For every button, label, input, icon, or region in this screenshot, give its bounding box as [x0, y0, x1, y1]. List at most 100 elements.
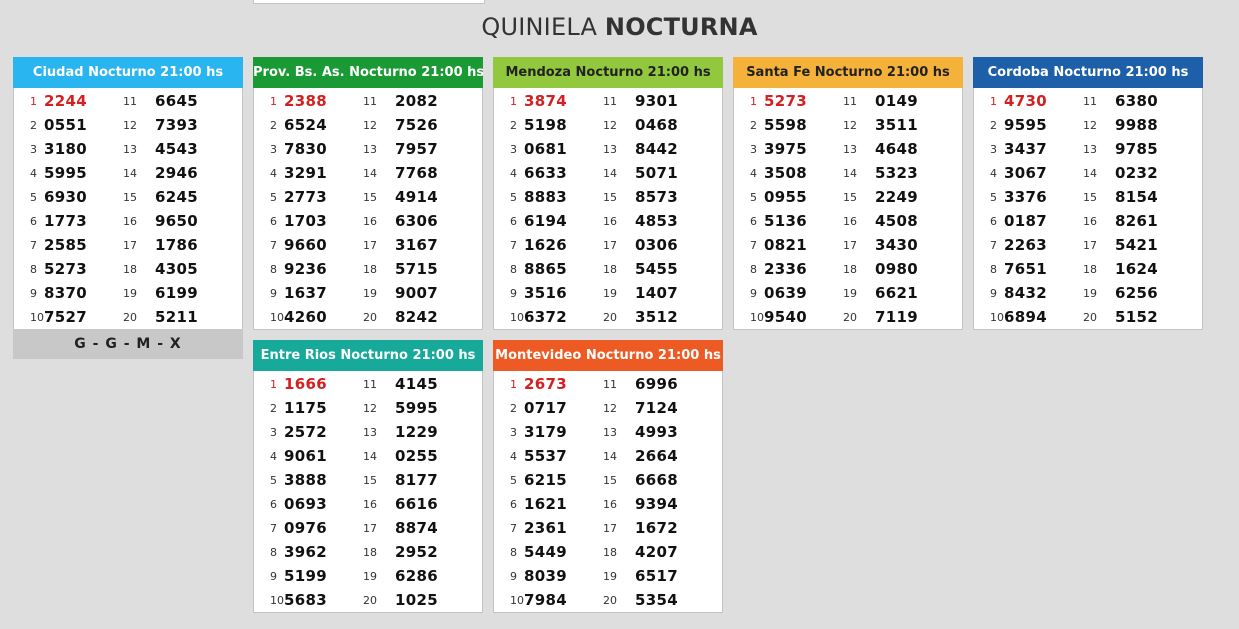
position-label: 8: [270, 262, 277, 276]
table-row: 9 8370 19 6199: [14, 281, 242, 305]
card-title[interactable]: Santa Fe Nocturno 21:00 hs: [733, 57, 963, 88]
drawn-number: 0468: [635, 116, 678, 134]
table-row: 7 2585 17 1786: [14, 233, 242, 257]
position-label: 2: [30, 118, 37, 132]
position-label: 1: [750, 94, 757, 108]
drawn-number: 1703: [284, 212, 327, 230]
table-row: 4 6633 14 5071: [494, 161, 722, 185]
position-label: 18: [123, 262, 137, 276]
drawn-number: 8261: [1115, 212, 1158, 230]
drawn-number: 6380: [1115, 92, 1158, 110]
position-label: 14: [363, 449, 377, 463]
position-label: 16: [603, 214, 617, 228]
position-label: 10: [510, 310, 524, 324]
position-label: 11: [363, 94, 377, 108]
position-label: 10: [750, 310, 764, 324]
drawn-number: 3962: [284, 543, 327, 561]
table-row: 2 0551 12 7393: [14, 113, 242, 137]
table-row: 6 1703 16 6306: [254, 209, 482, 233]
position-label: 8: [510, 262, 517, 276]
drawn-number: 9988: [1115, 116, 1158, 134]
position-label: 15: [603, 473, 617, 487]
drawn-number: 2572: [284, 423, 327, 441]
position-label: 4: [270, 449, 277, 463]
drawn-number: 7526: [395, 116, 438, 134]
position-label: 5: [270, 190, 277, 204]
drawn-number: 9650: [155, 212, 198, 230]
position-label: 5: [30, 190, 37, 204]
drawn-number: 2082: [395, 92, 438, 110]
table-row: 8 5449 18 4207: [494, 540, 722, 564]
table-row: 9 8039 19 6517: [494, 564, 722, 588]
drawn-number: 4914: [395, 188, 438, 206]
drawn-number: 0955: [764, 188, 807, 206]
drawn-number: 4145: [395, 375, 438, 393]
drawn-number: 4305: [155, 260, 198, 278]
drawn-number: 7527: [44, 308, 87, 326]
table-row: 3 3975 13 4648: [734, 137, 962, 161]
drawn-number: 3376: [1004, 188, 1047, 206]
position-label: 9: [270, 569, 277, 583]
drawn-number: 1229: [395, 423, 438, 441]
drawn-number: 2336: [764, 260, 807, 278]
drawn-number: 3516: [524, 284, 567, 302]
card-title[interactable]: Entre Rios Nocturno 21:00 hs: [253, 340, 483, 371]
card-title[interactable]: Cordoba Nocturno 21:00 hs: [973, 57, 1203, 88]
winning-number: 2388: [284, 92, 327, 110]
table-row: 3 7830 13 7957: [254, 137, 482, 161]
position-label: 9: [30, 286, 37, 300]
position-label: 3: [270, 142, 277, 156]
position-label: 12: [363, 118, 377, 132]
position-label: 8: [270, 545, 277, 559]
drawn-number: 7393: [155, 116, 198, 134]
position-label: 4: [510, 166, 517, 180]
card-title[interactable]: Ciudad Nocturno 21:00 hs: [13, 57, 243, 88]
drawn-number: 7768: [395, 164, 438, 182]
drawn-number: 5199: [284, 567, 327, 585]
results-card-mendoza: Mendoza Nocturno 21:00 hs 1 3874 11 9301 2 519…: [493, 57, 723, 330]
position-label: 5: [990, 190, 997, 204]
table-row: 4 5995 14 2946: [14, 161, 242, 185]
position-label: 12: [363, 401, 377, 415]
drawn-number: 9394: [635, 495, 678, 513]
card-title[interactable]: Mendoza Nocturno 21:00 hs: [493, 57, 723, 88]
position-label: 10: [270, 310, 284, 324]
drawn-number: 1025: [395, 591, 438, 609]
top-search-box[interactable]: [253, 0, 485, 4]
position-label: 5: [510, 473, 517, 487]
position-label: 8: [510, 545, 517, 559]
drawn-number: 7957: [395, 140, 438, 158]
page-title-bold: NOCTURNA: [604, 13, 758, 41]
drawn-number: 6930: [44, 188, 87, 206]
position-label: 16: [123, 214, 137, 228]
card-title[interactable]: Montevideo Nocturno 21:00 hs: [493, 340, 723, 371]
position-label: 15: [843, 190, 857, 204]
table-row: 8 8865 18 5455: [494, 257, 722, 281]
drawn-number: 0551: [44, 116, 87, 134]
drawn-number: 5273: [44, 260, 87, 278]
drawn-number: 1626: [524, 236, 567, 254]
winning-number: 1666: [284, 375, 327, 393]
position-label: 17: [843, 238, 857, 252]
table-row: 2 6524 12 7526: [254, 113, 482, 137]
position-label: 19: [363, 569, 377, 583]
table-row: 7 9660 17 3167: [254, 233, 482, 257]
drawn-number: 5683: [284, 591, 327, 609]
table-row: 1 2388 11 2082: [254, 89, 482, 113]
position-label: 9: [510, 569, 517, 583]
table-row: 2 9595 12 9988: [974, 113, 1202, 137]
position-label: 15: [363, 190, 377, 204]
position-label: 5: [750, 190, 757, 204]
card-title[interactable]: Prov. Bs. As. Nocturno 21:00 hs: [253, 57, 483, 88]
drawn-number: 5995: [44, 164, 87, 182]
position-label: 20: [1083, 310, 1097, 324]
drawn-number: 7119: [875, 308, 918, 326]
table-row: 10 6894 20 5152: [974, 305, 1202, 329]
position-label: 3: [510, 425, 517, 439]
footer-letters: G - G - M - X: [13, 329, 243, 359]
position-label: 3: [270, 425, 277, 439]
position-label: 16: [363, 497, 377, 511]
drawn-number: 1637: [284, 284, 327, 302]
position-label: 5: [510, 190, 517, 204]
drawn-number: 6616: [395, 495, 438, 513]
